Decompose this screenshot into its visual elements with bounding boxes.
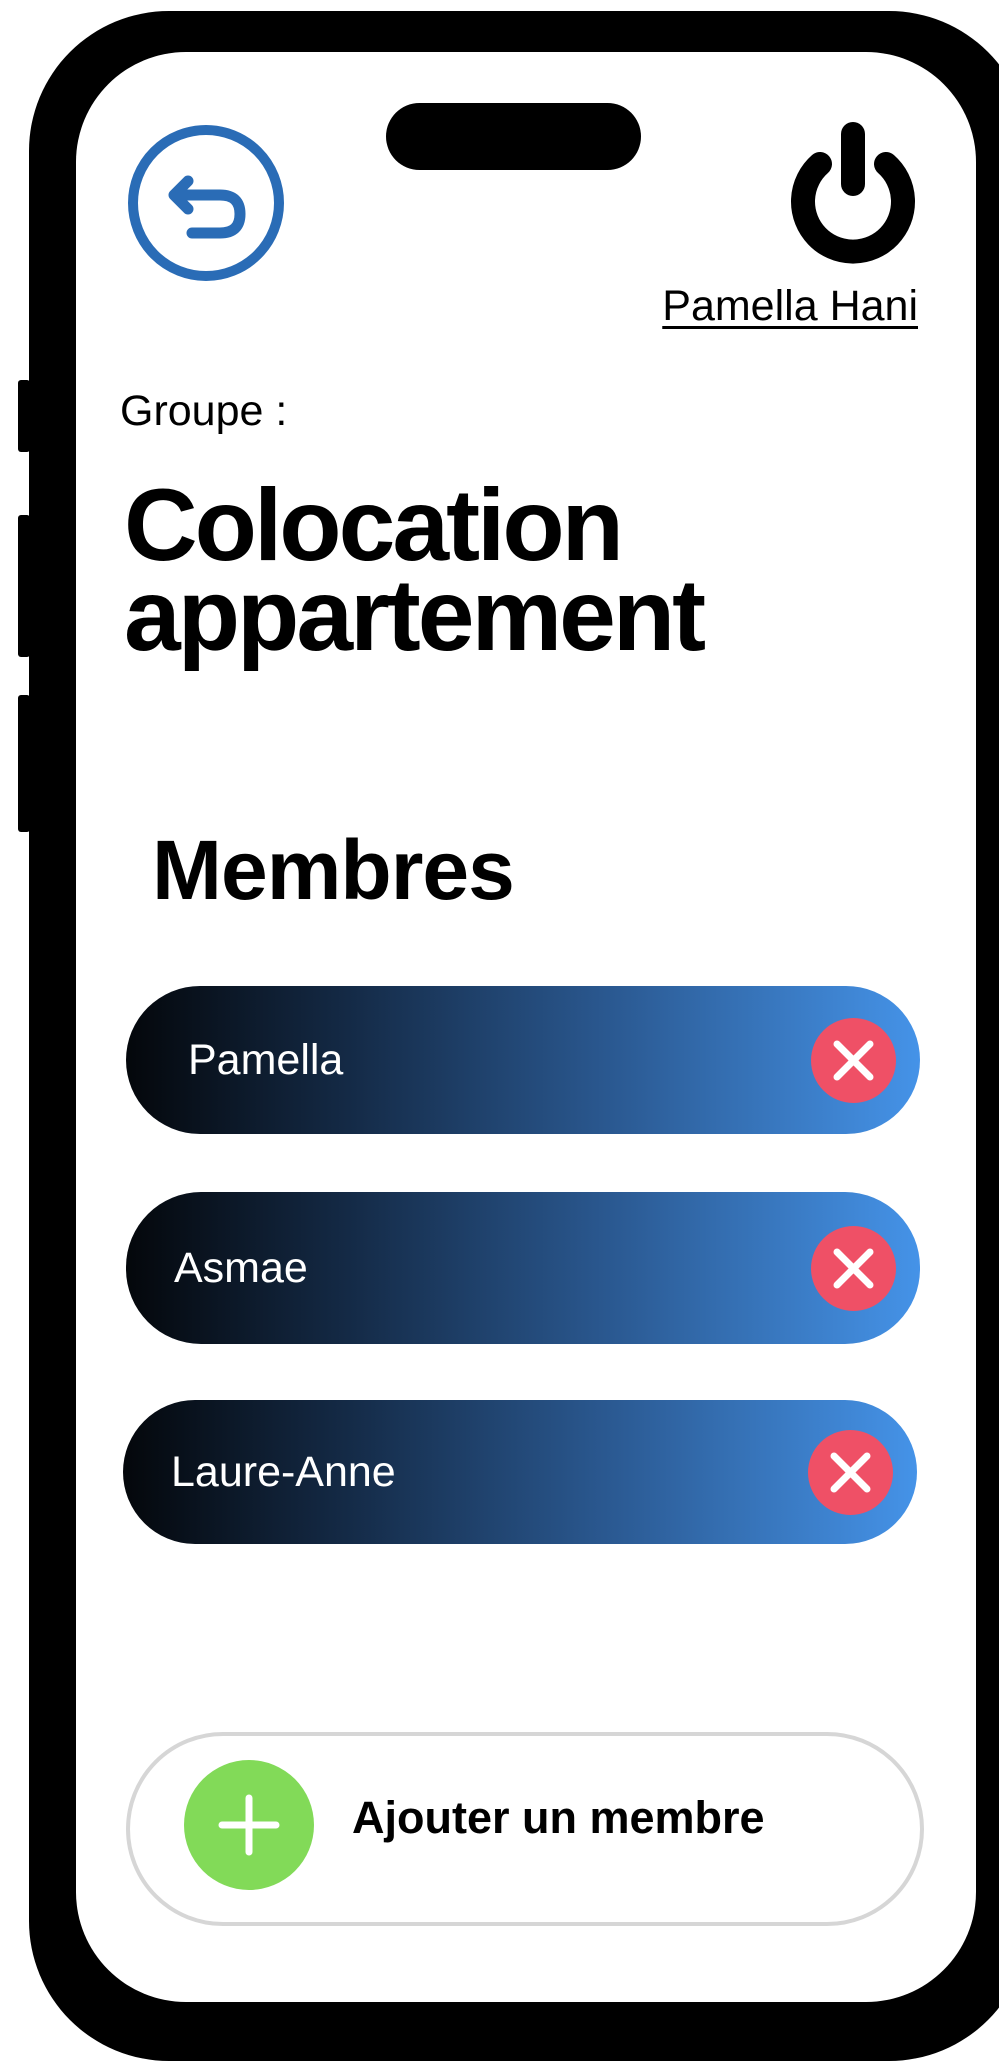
phone-screen: Pamella Hani Groupe : Colocation apparte… [76, 52, 976, 2002]
group-title-line: appartement [124, 558, 706, 672]
member-item: Asmae [126, 1192, 920, 1344]
add-member-button[interactable]: Ajouter un membre [126, 1732, 924, 1926]
plus-icon [218, 1794, 280, 1856]
member-name: Pamella [188, 1035, 344, 1084]
add-icon-circle [184, 1760, 314, 1890]
close-icon [833, 1040, 874, 1080]
member-name: Laure-Anne [171, 1447, 396, 1496]
remove-member-button[interactable] [811, 1225, 896, 1311]
user-profile-link[interactable]: Pamella Hani [662, 282, 918, 331]
close-icon [830, 1452, 871, 1492]
group-label: Groupe : [120, 387, 288, 435]
close-icon [833, 1248, 874, 1288]
members-heading: Membres [152, 823, 515, 917]
add-member-label: Ajouter un membre [352, 1792, 765, 1843]
remove-member-button[interactable] [811, 1017, 896, 1103]
power-icon [791, 122, 915, 264]
back-button[interactable] [126, 123, 286, 283]
member-item: Pamella [126, 986, 920, 1134]
group-title-line: Colocation [124, 468, 624, 582]
dynamic-island [386, 103, 641, 170]
remove-member-button[interactable] [808, 1429, 893, 1515]
member-item: Laure-Anne [123, 1400, 917, 1544]
group-title: Colocation appartement [124, 468, 706, 672]
undo-arrow-icon [128, 125, 284, 281]
member-name: Asmae [174, 1243, 308, 1292]
logout-button[interactable] [784, 122, 922, 264]
